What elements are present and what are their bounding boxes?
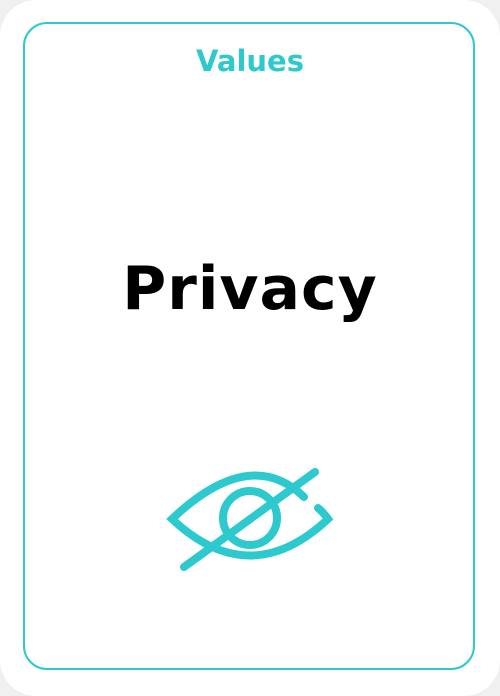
card-title: Privacy: [122, 254, 378, 324]
card-category: Values: [196, 44, 304, 78]
value-card: Values Privacy: [0, 0, 500, 696]
eye-slash-icon: [166, 468, 334, 571]
